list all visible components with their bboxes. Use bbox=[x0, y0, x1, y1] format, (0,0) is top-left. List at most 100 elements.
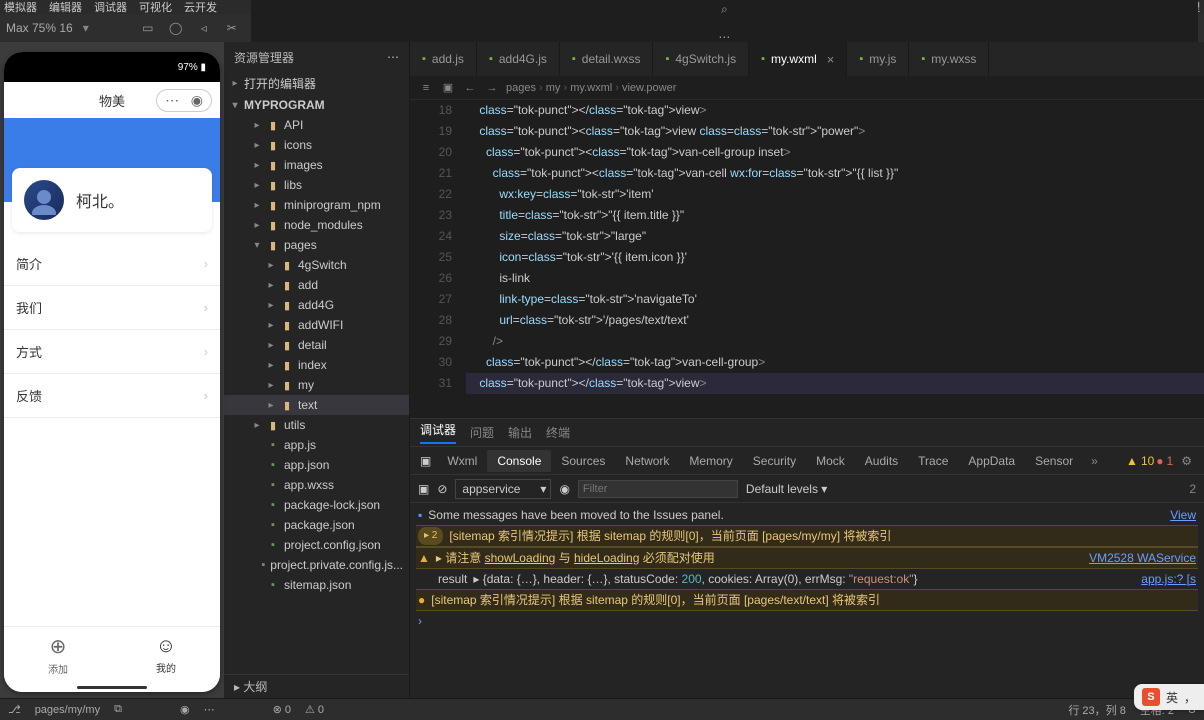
more-icon[interactable]: ⋯ bbox=[204, 703, 215, 716]
folder-add[interactable]: ▸▮add bbox=[224, 275, 409, 295]
folder-utils[interactable]: ▸▮utils bbox=[224, 415, 409, 435]
devtools-panel-tab[interactable]: AppData bbox=[958, 450, 1025, 472]
file-sitemap.json[interactable]: ▪sitemap.json bbox=[224, 575, 409, 595]
panel-more-icon[interactable]: » bbox=[1085, 454, 1104, 468]
file-package.json[interactable]: ▪package.json bbox=[224, 515, 409, 535]
list-item[interactable]: 简介› bbox=[4, 242, 220, 286]
settings-icon[interactable]: ⚙ bbox=[1175, 454, 1198, 468]
editor-tab[interactable]: ▪add.js bbox=[410, 42, 477, 76]
devtools-panel-tab[interactable]: Trace bbox=[908, 450, 958, 472]
folder-my[interactable]: ▸▮my bbox=[224, 375, 409, 395]
project-root[interactable]: ▾MYPROGRAM bbox=[224, 95, 409, 115]
warning-indicator[interactable]: ⚠ 0 bbox=[305, 703, 324, 716]
folder-node_modules[interactable]: ▸▮node_modules bbox=[224, 215, 409, 235]
devtools-top-tab[interactable]: 输出 bbox=[508, 424, 532, 441]
outline-section[interactable]: ▸ 大纲 bbox=[224, 674, 409, 698]
editor-tab[interactable]: ▪add4G.js bbox=[477, 42, 560, 76]
file-project.private.config.js...[interactable]: ▪project.private.config.js... bbox=[224, 555, 409, 575]
folder-images[interactable]: ▸▮images bbox=[224, 155, 409, 175]
eye-icon[interactable]: ◉ bbox=[180, 703, 190, 716]
context-selector[interactable]: appservice▾ bbox=[455, 479, 551, 499]
toggle-icon[interactable]: ≡ bbox=[418, 82, 434, 94]
console-output[interactable]: ▪ Some messages have been moved to the I… bbox=[410, 503, 1204, 698]
open-editors-section[interactable]: ▸打开的编辑器 bbox=[224, 72, 409, 95]
folder-4gSwitch[interactable]: ▸▮4gSwitch bbox=[224, 255, 409, 275]
editor-tab[interactable]: ▪my.wxss bbox=[909, 42, 989, 76]
devtools-panel-tab[interactable]: Mock bbox=[806, 450, 855, 472]
devtools-panel-tab[interactable]: Memory bbox=[679, 450, 742, 472]
eye-icon[interactable]: ◉ bbox=[559, 482, 569, 496]
list-item[interactable]: 我们› bbox=[4, 286, 220, 330]
cursor-position[interactable]: 行 23，列 8 bbox=[1068, 702, 1125, 718]
devtools-panel-tab[interactable]: Console bbox=[487, 450, 551, 472]
levels-selector[interactable]: Default levels ▾ bbox=[746, 482, 827, 496]
menu-item[interactable]: 模拟器 bbox=[4, 0, 37, 15]
send-icon[interactable]: ◃ bbox=[195, 19, 213, 37]
devtools-panel-tab[interactable]: Audits bbox=[855, 450, 908, 472]
folder-icons[interactable]: ▸▮icons bbox=[224, 135, 409, 155]
code-editor[interactable]: 1819202122232425262728293031 class="tok-… bbox=[410, 100, 1204, 418]
close-icon[interactable]: × bbox=[827, 52, 835, 67]
capsule-button[interactable]: ⋯ ◉ bbox=[156, 89, 212, 112]
source-link[interactable]: VM2528 WAService bbox=[1089, 549, 1196, 567]
devtools-top-tab[interactable]: 调试器 bbox=[420, 421, 456, 444]
menu-item[interactable]: 编辑器 bbox=[49, 0, 82, 15]
devtools-panel-tab[interactable]: Wxml bbox=[437, 450, 487, 472]
editor-tab[interactable]: ▪my.wxml× bbox=[749, 42, 847, 76]
refresh-icon[interactable]: ◯ bbox=[167, 19, 185, 37]
menu-item[interactable]: 云开发 bbox=[184, 0, 217, 15]
list-item[interactable]: 反馈› bbox=[4, 374, 220, 418]
file-project.config.json[interactable]: ▪project.config.json bbox=[224, 535, 409, 555]
file-package-lock.json[interactable]: ▪package-lock.json bbox=[224, 495, 409, 515]
editor-tab[interactable]: ▪detail.wxss bbox=[560, 42, 654, 76]
folder-API[interactable]: ▸▮API bbox=[224, 115, 409, 135]
folder-pages[interactable]: ▾▮pages bbox=[224, 235, 409, 255]
menu-item[interactable]: 可视化 bbox=[139, 0, 172, 15]
hidden-count[interactable]: 2 bbox=[1189, 482, 1196, 496]
file-app.wxss[interactable]: ▪app.wxss bbox=[224, 475, 409, 495]
explorer-more-icon[interactable]: ⋯ bbox=[387, 50, 399, 64]
save-icon[interactable]: ▣ bbox=[440, 81, 456, 94]
source-link[interactable]: app.js:? [s bbox=[1141, 570, 1196, 588]
warning-count[interactable]: ▲ 10 bbox=[1126, 454, 1154, 468]
file-app.js[interactable]: ▪app.js bbox=[224, 435, 409, 455]
clear-icon[interactable]: ⊘ bbox=[437, 482, 447, 496]
inspect-icon[interactable]: ▣ bbox=[416, 454, 435, 468]
ime-indicator[interactable]: S 英 ， bbox=[1134, 684, 1204, 710]
devtools-top-tab[interactable]: 终端 bbox=[546, 424, 570, 441]
folder-miniprogram_npm[interactable]: ▸▮miniprogram_npm bbox=[224, 195, 409, 215]
devtools-panel-tab[interactable]: Sensor bbox=[1025, 450, 1083, 472]
filter-input[interactable] bbox=[578, 480, 738, 498]
folder-text[interactable]: ▸▮text bbox=[224, 395, 409, 415]
breadcrumb[interactable]: ≡ ▣ ← → pages › my › my.wxml › view.powe… bbox=[410, 76, 1204, 100]
cut-icon[interactable]: ✂ bbox=[223, 19, 241, 37]
view-issues-link[interactable]: View bbox=[1170, 506, 1196, 524]
zoom-level[interactable]: Max 75% 16 bbox=[6, 21, 73, 35]
file-app.json[interactable]: ▪app.json bbox=[224, 455, 409, 475]
devtools-top-tab[interactable]: 问题 bbox=[470, 424, 494, 441]
search-icon[interactable]: ⌕ bbox=[715, 0, 733, 18]
menu-item[interactable]: 调试器 bbox=[94, 0, 127, 15]
device-icon[interactable]: ▭ bbox=[139, 19, 157, 37]
folder-libs[interactable]: ▸▮libs bbox=[224, 175, 409, 195]
folder-addWIFI[interactable]: ▸▮addWIFI bbox=[224, 315, 409, 335]
toggle-sidebar-icon[interactable]: ▣ bbox=[418, 482, 429, 496]
tab-1[interactable]: ☺我的 bbox=[112, 627, 220, 682]
profile-card[interactable]: 柯北。 bbox=[12, 168, 212, 232]
back-icon[interactable]: ← bbox=[462, 82, 478, 94]
list-item[interactable]: 方式› bbox=[4, 330, 220, 374]
error-count[interactable]: ● 1 bbox=[1156, 454, 1173, 468]
error-indicator[interactable]: ⊗ 0 bbox=[273, 703, 291, 716]
branch-path[interactable]: pages/my/my bbox=[35, 704, 100, 716]
copy-icon[interactable]: ⧉ bbox=[114, 703, 122, 716]
devtools-panel-tab[interactable]: Security bbox=[743, 450, 806, 472]
devtools-panel-tab[interactable]: Sources bbox=[551, 450, 615, 472]
devtools-panel-tab[interactable]: Network bbox=[615, 450, 679, 472]
editor-tab[interactable]: ▪4gSwitch.js bbox=[653, 42, 749, 76]
folder-detail[interactable]: ▸▮detail bbox=[224, 335, 409, 355]
forward-icon[interactable]: → bbox=[484, 82, 500, 94]
folder-index[interactable]: ▸▮index bbox=[224, 355, 409, 375]
editor-tab[interactable]: ▪my.js bbox=[847, 42, 909, 76]
tab-0[interactable]: ⊕添加 bbox=[4, 627, 112, 682]
folder-add4G[interactable]: ▸▮add4G bbox=[224, 295, 409, 315]
